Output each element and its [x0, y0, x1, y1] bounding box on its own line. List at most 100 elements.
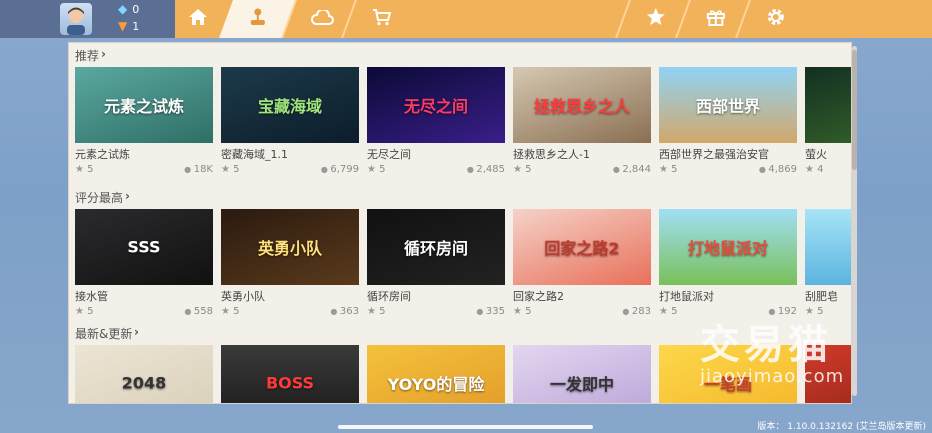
tab-shop[interactable] — [341, 0, 421, 38]
rating-value: 5 — [75, 306, 93, 317]
scrollbar-thumb[interactable] — [852, 50, 857, 170]
game-card[interactable]: BOSS — [221, 345, 359, 403]
game-card[interactable]: YOYO的冒险 — [367, 345, 505, 403]
game-card[interactable]: 拯救思乡之人拯救思乡之人-1 5 2,844 — [513, 67, 651, 175]
thumbnail-title: 打地鼠派对 — [687, 239, 768, 258]
game-meta: 5 335 — [367, 306, 505, 317]
game-card[interactable]: 回家之路2 回家之路2 5 283 — [513, 209, 651, 317]
game-row: SSS接水管5558英勇小队英勇小队5363循环房间循环房间5335回家之路2回… — [75, 209, 851, 317]
game-meta: 5 558 — [75, 306, 213, 317]
game-thumbnail[interactable]: 英勇小队 — [221, 209, 359, 285]
game-card[interactable]: 元素之试炼元素之试炼518K — [75, 67, 213, 175]
carrot-counter: ▼ 1 — [118, 19, 139, 33]
game-name: 循环房间 — [367, 290, 411, 303]
game-thumbnail[interactable]: 无尽之间 — [367, 67, 505, 143]
game-thumbnail[interactable]: 回家之路2 — [513, 209, 651, 285]
section-title[interactable]: 推荐 — [75, 47, 99, 64]
game-card[interactable]: 无尽之间无尽之间52,485 — [367, 67, 505, 175]
rating-value: 5 — [513, 306, 531, 317]
rating-value: 5 — [659, 306, 677, 317]
thumbnail-title: 循环房间 — [403, 239, 468, 258]
game-thumbnail[interactable]: BOSS — [221, 345, 359, 403]
game-meta: 5 18K — [75, 164, 213, 175]
game-thumbnail[interactable]: 乱 — [805, 209, 851, 285]
game-card[interactable]: SSS 接水管 5 558 — [75, 209, 213, 317]
game-thumbnail[interactable]: YOYO的冒险 — [367, 345, 505, 403]
rating-value: 5 — [221, 306, 239, 317]
game-card[interactable]: 2048 — [75, 345, 213, 403]
thumbnail-title: 萤 — [805, 93, 851, 117]
player-count: 558 — [184, 306, 213, 317]
game-thumbnail[interactable]: 拯救思乡之人 — [513, 67, 651, 143]
game-card[interactable]: 一发即中 — [513, 345, 651, 403]
game-thumbnail[interactable]: 一发即中 — [513, 345, 651, 403]
game-card[interactable]: 循环房间循环房间5335 — [367, 209, 505, 317]
avatar[interactable] — [60, 3, 92, 35]
carrot-count: 1 — [132, 19, 140, 33]
game-card[interactable]: 西部世界西部世界之最强治安官 5 4,869 — [659, 67, 797, 175]
game-name: 西部世界之最强治安官 — [659, 148, 769, 161]
game-thumbnail[interactable]: SSS — [75, 209, 213, 285]
player-count: 2,485 — [467, 164, 505, 175]
game-meta: 5 2,844 — [513, 164, 651, 175]
thumbnail-title: 一发即中 — [549, 375, 614, 394]
thumbnail-title: 宝藏海域 — [257, 97, 322, 116]
game-name: 回家之路2 — [513, 290, 564, 303]
thumbnail-title: 拯救思乡之人 — [533, 97, 630, 116]
scrollbar[interactable] — [852, 46, 857, 396]
game-thumbnail[interactable]: 西部世界 — [659, 67, 797, 143]
thumbnail-title: BOSS — [265, 373, 315, 393]
diamond-icon: ◆ — [118, 2, 128, 16]
game-meta: 5 363 — [221, 306, 359, 317]
game-meta: 5 4,869 — [659, 164, 797, 175]
chevron-right-icon: › — [134, 325, 139, 339]
thumbnail-title: 2048 — [121, 373, 167, 393]
game-card[interactable]: 打地鼠派对打地鼠派对5192 — [659, 209, 797, 317]
home-indicator[interactable] — [338, 425, 593, 429]
rating-value: 5 — [367, 306, 385, 317]
game-thumbnail[interactable]: 打地鼠派对 — [659, 209, 797, 285]
gift-icon — [706, 7, 726, 32]
home-icon — [188, 7, 208, 31]
section-title[interactable]: 评分最高 — [75, 189, 123, 206]
game-name: 接水管 — [75, 290, 108, 303]
game-thumbnail[interactable]: 元素之试炼 — [75, 67, 213, 143]
player-count: 283 — [622, 306, 651, 317]
game-thumbnail[interactable]: 宝藏海域 — [221, 67, 359, 143]
watermark: 交易猫 jiaoyimao.com — [700, 312, 844, 387]
game-card[interactable]: 宝藏海域密藏海域_1.1 5 6,799 — [221, 67, 359, 175]
thumbnail-title: 无尽之间 — [403, 97, 468, 116]
gear-icon — [766, 7, 786, 32]
section-title[interactable]: 最新&更新 — [75, 325, 132, 342]
game-name: 无尽之间 — [367, 148, 411, 161]
watermark-text: 交易猫 — [700, 322, 832, 368]
game-thumbnail[interactable]: 萤 — [805, 67, 851, 143]
rating-value: 5 — [513, 164, 531, 175]
rating-value: 4 — [805, 164, 823, 175]
game-name: 刮肥皂 — [805, 290, 838, 303]
game-card[interactable]: 萤萤火 4 — [805, 67, 851, 175]
game-card[interactable]: 乱刮肥皂5 — [805, 209, 851, 317]
game-meta: 5 6,799 — [221, 164, 359, 175]
game-thumbnail[interactable]: 循环房间 — [367, 209, 505, 285]
thumbnail-title: YOYO的冒险 — [387, 375, 485, 394]
chevron-right-icon: › — [125, 189, 130, 203]
game-name: 密藏海域_1.1 — [221, 148, 288, 161]
version-label: 版本： 1.10.0.132162 (艾兰岛版本更新) — [757, 422, 926, 432]
chevron-right-icon: › — [101, 47, 106, 61]
thumbnail-title: SSS — [127, 237, 161, 257]
tab-settings[interactable] — [735, 0, 815, 38]
thumbnail-title: 回家之路2 — [544, 239, 620, 258]
rating-value: 5 — [75, 164, 93, 175]
diamond-counter: ◆ 0 — [118, 2, 139, 16]
game-card[interactable]: 英勇小队英勇小队5363 — [221, 209, 359, 317]
player-count: 2,844 — [613, 164, 651, 175]
game-thumbnail[interactable]: 2048 — [75, 345, 213, 403]
game-meta: 4 — [805, 164, 851, 175]
game-meta: 5 283 — [513, 306, 651, 317]
game-name: 英勇小队 — [221, 290, 265, 303]
game-meta: 5 2,485 — [367, 164, 505, 175]
thumbnail-title: 元素之试炼 — [103, 97, 184, 116]
watermark-url: jiaoyimao.com — [700, 366, 845, 387]
player-count: 6,799 — [321, 164, 359, 175]
